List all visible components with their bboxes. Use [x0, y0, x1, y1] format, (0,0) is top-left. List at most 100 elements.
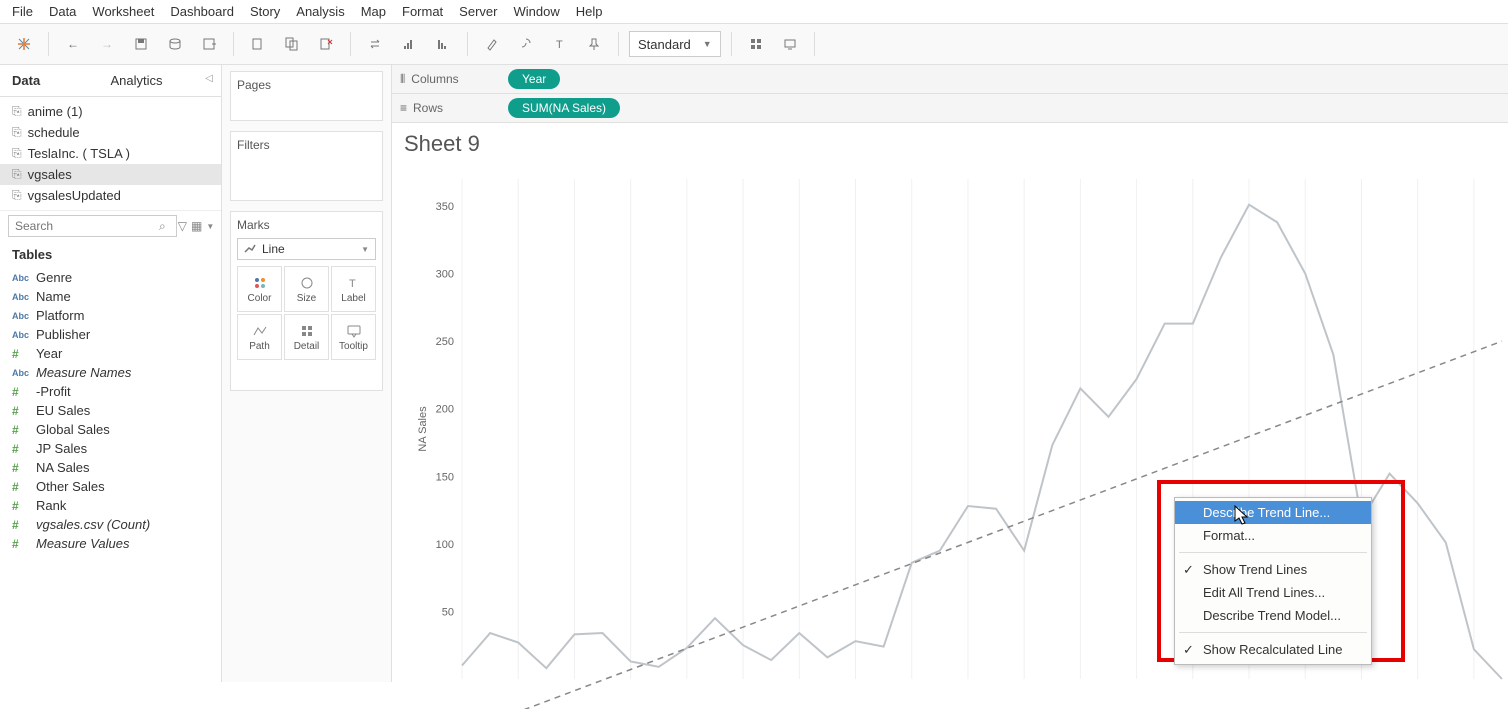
pin-icon[interactable] [580, 30, 608, 58]
datasource-icon: ⎘ [12, 146, 22, 161]
field-item[interactable]: #vgsales.csv (Count) [0, 515, 221, 534]
show-cards-icon[interactable] [742, 30, 770, 58]
field-item[interactable]: #Year [0, 344, 221, 363]
columns-pill-year[interactable]: Year [508, 69, 560, 89]
sort-desc-icon[interactable] [429, 30, 457, 58]
datasource-item[interactable]: ⎘TeslaInc. ( TSLA ) [0, 143, 221, 164]
caret-down-icon: ▼ [703, 39, 712, 49]
ctx-format[interactable]: Format... [1175, 524, 1371, 547]
abc-icon: Abc [12, 330, 30, 340]
field-item[interactable]: AbcGenre [0, 268, 221, 287]
hash-icon: # [12, 404, 30, 418]
svg-text:T: T [349, 278, 356, 290]
mark-type-dropdown[interactable]: Line ▼ [237, 238, 376, 260]
ctx-show-trend-lines[interactable]: ✓Show Trend Lines [1175, 558, 1371, 581]
field-item[interactable]: AbcPlatform [0, 306, 221, 325]
menu-file[interactable]: File [12, 4, 33, 19]
search-icon[interactable]: ⌕ [159, 219, 166, 234]
ctx-divider [1179, 552, 1367, 553]
field-item[interactable]: AbcMeasure Names [0, 363, 221, 382]
abc-icon: Abc [12, 292, 30, 302]
mark-color[interactable]: Color [237, 266, 282, 312]
trend-context-menu: Describe Trend Line... Format... ✓Show T… [1174, 497, 1372, 665]
y-tick-label: 100 [436, 539, 454, 551]
sheet-title[interactable]: Sheet 9 [404, 131, 1496, 157]
mark-label[interactable]: TLabel [331, 266, 376, 312]
tab-analytics[interactable]: Analytics [99, 65, 198, 96]
datasource-icon: ⎘ [12, 188, 22, 203]
view-icon[interactable]: ▦ [191, 219, 202, 233]
new-datasource-icon[interactable] [161, 30, 189, 58]
datasource-item[interactable]: ⎘anime (1) [0, 101, 221, 122]
datasource-icon: ⎘ [12, 125, 22, 140]
field-item[interactable]: AbcName [0, 287, 221, 306]
mark-size[interactable]: Size [284, 266, 329, 312]
new-worksheet-icon[interactable] [195, 30, 223, 58]
menu-worksheet[interactable]: Worksheet [92, 4, 154, 19]
menu-analysis[interactable]: Analysis [296, 4, 344, 19]
fit-dropdown[interactable]: Standard ▼ [629, 31, 721, 57]
swap-icon[interactable] [361, 30, 389, 58]
ctx-describe-trend-model[interactable]: Describe Trend Model... [1175, 604, 1371, 627]
datasource-item[interactable]: ⎘vgsalesUpdated [0, 185, 221, 206]
field-item[interactable]: #Measure Values [0, 534, 221, 553]
mark-detail[interactable]: Detail [284, 314, 329, 360]
menu-map[interactable]: Map [361, 4, 386, 19]
ctx-edit-all-trend-lines[interactable]: Edit All Trend Lines... [1175, 581, 1371, 604]
new-sheet-icon[interactable] [244, 30, 272, 58]
datasource-list: ⎘anime (1)⎘schedule⎘TeslaInc. ( TSLA )⎘v… [0, 97, 221, 210]
dropdown-caret-icon[interactable]: ▼ [206, 222, 214, 231]
field-item[interactable]: #Rank [0, 496, 221, 515]
menu-format[interactable]: Format [402, 4, 443, 19]
sort-asc-icon[interactable] [395, 30, 423, 58]
menu-story[interactable]: Story [250, 4, 280, 19]
field-item[interactable]: #Global Sales [0, 420, 221, 439]
rows-shelf[interactable]: ≡Rows SUM(NA Sales) [392, 94, 1508, 123]
abc-icon: Abc [12, 273, 30, 283]
mark-path[interactable]: Path [237, 314, 282, 360]
datasource-item[interactable]: ⎘schedule [0, 122, 221, 143]
save-icon[interactable] [127, 30, 155, 58]
filter-icon[interactable]: ▽ [178, 219, 187, 233]
collapse-sidebar-icon[interactable]: ◁ [197, 65, 221, 96]
menu-dashboard[interactable]: Dashboard [170, 4, 234, 19]
y-tick-label: 250 [436, 336, 454, 348]
filters-shelf[interactable]: Filters [230, 131, 383, 201]
text-label-icon[interactable]: T [546, 30, 574, 58]
field-item[interactable]: #Other Sales [0, 477, 221, 496]
field-item[interactable]: #EU Sales [0, 401, 221, 420]
group-icon[interactable] [512, 30, 540, 58]
datasource-icon: ⎘ [12, 104, 22, 119]
hash-icon: # [12, 499, 30, 513]
ctx-divider [1179, 632, 1367, 633]
pages-shelf[interactable]: Pages [230, 71, 383, 121]
mark-tooltip[interactable]: Tooltip [331, 314, 376, 360]
undo-icon[interactable]: ← [59, 30, 87, 58]
highlight-icon[interactable] [478, 30, 506, 58]
menu-data[interactable]: Data [49, 4, 76, 19]
duplicate-icon[interactable] [278, 30, 306, 58]
hash-icon: # [12, 480, 30, 494]
ctx-describe-trend-line[interactable]: Describe Trend Line... [1175, 501, 1371, 524]
search-input[interactable] [8, 215, 177, 237]
tableau-logo-icon[interactable] [10, 30, 38, 58]
redo-icon[interactable]: → [93, 30, 121, 58]
field-item[interactable]: #NA Sales [0, 458, 221, 477]
datasource-item[interactable]: ⎘vgsales [0, 164, 221, 185]
field-item[interactable]: #JP Sales [0, 439, 221, 458]
hash-icon: # [12, 537, 30, 551]
hash-icon: # [12, 423, 30, 437]
menu-server[interactable]: Server [459, 4, 497, 19]
clear-sheet-icon[interactable] [312, 30, 340, 58]
field-item[interactable]: AbcPublisher [0, 325, 221, 344]
field-item[interactable]: #-Profit [0, 382, 221, 401]
columns-shelf[interactable]: ⦀Columns Year [392, 65, 1508, 94]
pages-label: Pages [237, 78, 376, 92]
ctx-show-recalculated[interactable]: ✓Show Recalculated Line [1175, 638, 1371, 661]
tab-data[interactable]: Data [0, 65, 99, 96]
presentation-icon[interactable] [776, 30, 804, 58]
menu-window[interactable]: Window [513, 4, 559, 19]
rows-pill-na-sales[interactable]: SUM(NA Sales) [508, 98, 620, 118]
menu-help[interactable]: Help [576, 4, 603, 19]
columns-icon: ⦀ [400, 72, 405, 87]
